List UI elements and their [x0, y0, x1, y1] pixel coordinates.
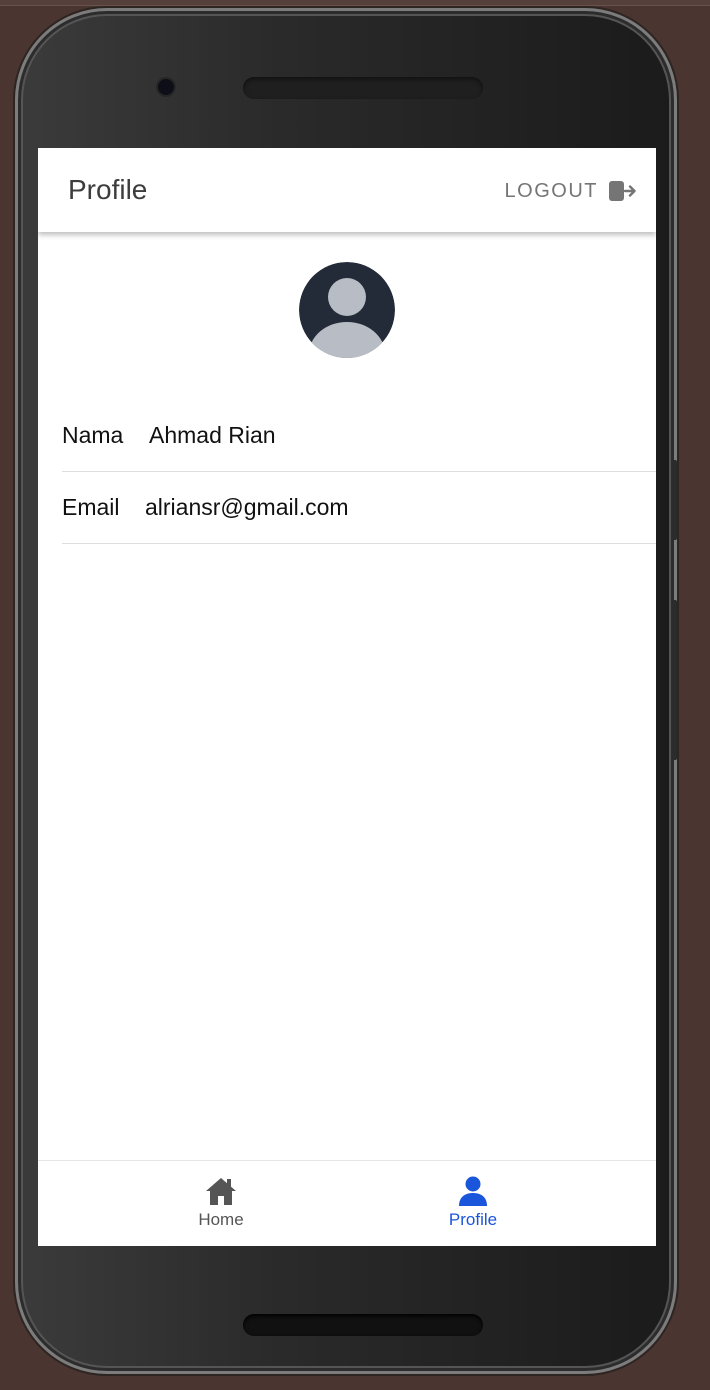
- nav-item-profile[interactable]: Profile: [373, 1161, 573, 1246]
- profile-row-name: Nama Ahmad Rian: [62, 400, 656, 472]
- home-icon: [206, 1178, 236, 1205]
- logout-button[interactable]: LOGOUT: [505, 176, 636, 206]
- logout-icon: [609, 181, 636, 201]
- nav-item-home[interactable]: Home: [121, 1161, 321, 1246]
- nav-label-profile: Profile: [448, 1210, 498, 1229]
- logout-label: LOGOUT: [504, 179, 598, 202]
- app-bar: Profile LOGOUT: [38, 148, 656, 232]
- volume-up-button: [672, 460, 677, 540]
- field-label-email: Email: [62, 494, 120, 520]
- profile-row-email: Email alriansr@gmail.com: [62, 472, 656, 544]
- page-title: Profile: [68, 174, 148, 205]
- bottom-navigation: Home Profile: [38, 1160, 656, 1246]
- field-value-name: Ahmad Rian: [149, 422, 276, 448]
- person-icon: [459, 1176, 487, 1206]
- bottom-speaker: [243, 1314, 483, 1336]
- front-camera: [158, 79, 174, 95]
- volume-down-button: [672, 600, 677, 760]
- user-avatar-icon: [299, 262, 395, 358]
- app-screen: Profile LOGOUT Nama Ahmad Rian Email alr…: [38, 148, 656, 1246]
- top-speaker: [243, 77, 483, 99]
- window-top-edge: [0, 0, 710, 6]
- avatar: [299, 262, 395, 358]
- nav-label-home: Home: [198, 1210, 244, 1229]
- field-label-name: Nama: [62, 422, 124, 448]
- field-value-email: alriansr@gmail.com: [145, 494, 349, 520]
